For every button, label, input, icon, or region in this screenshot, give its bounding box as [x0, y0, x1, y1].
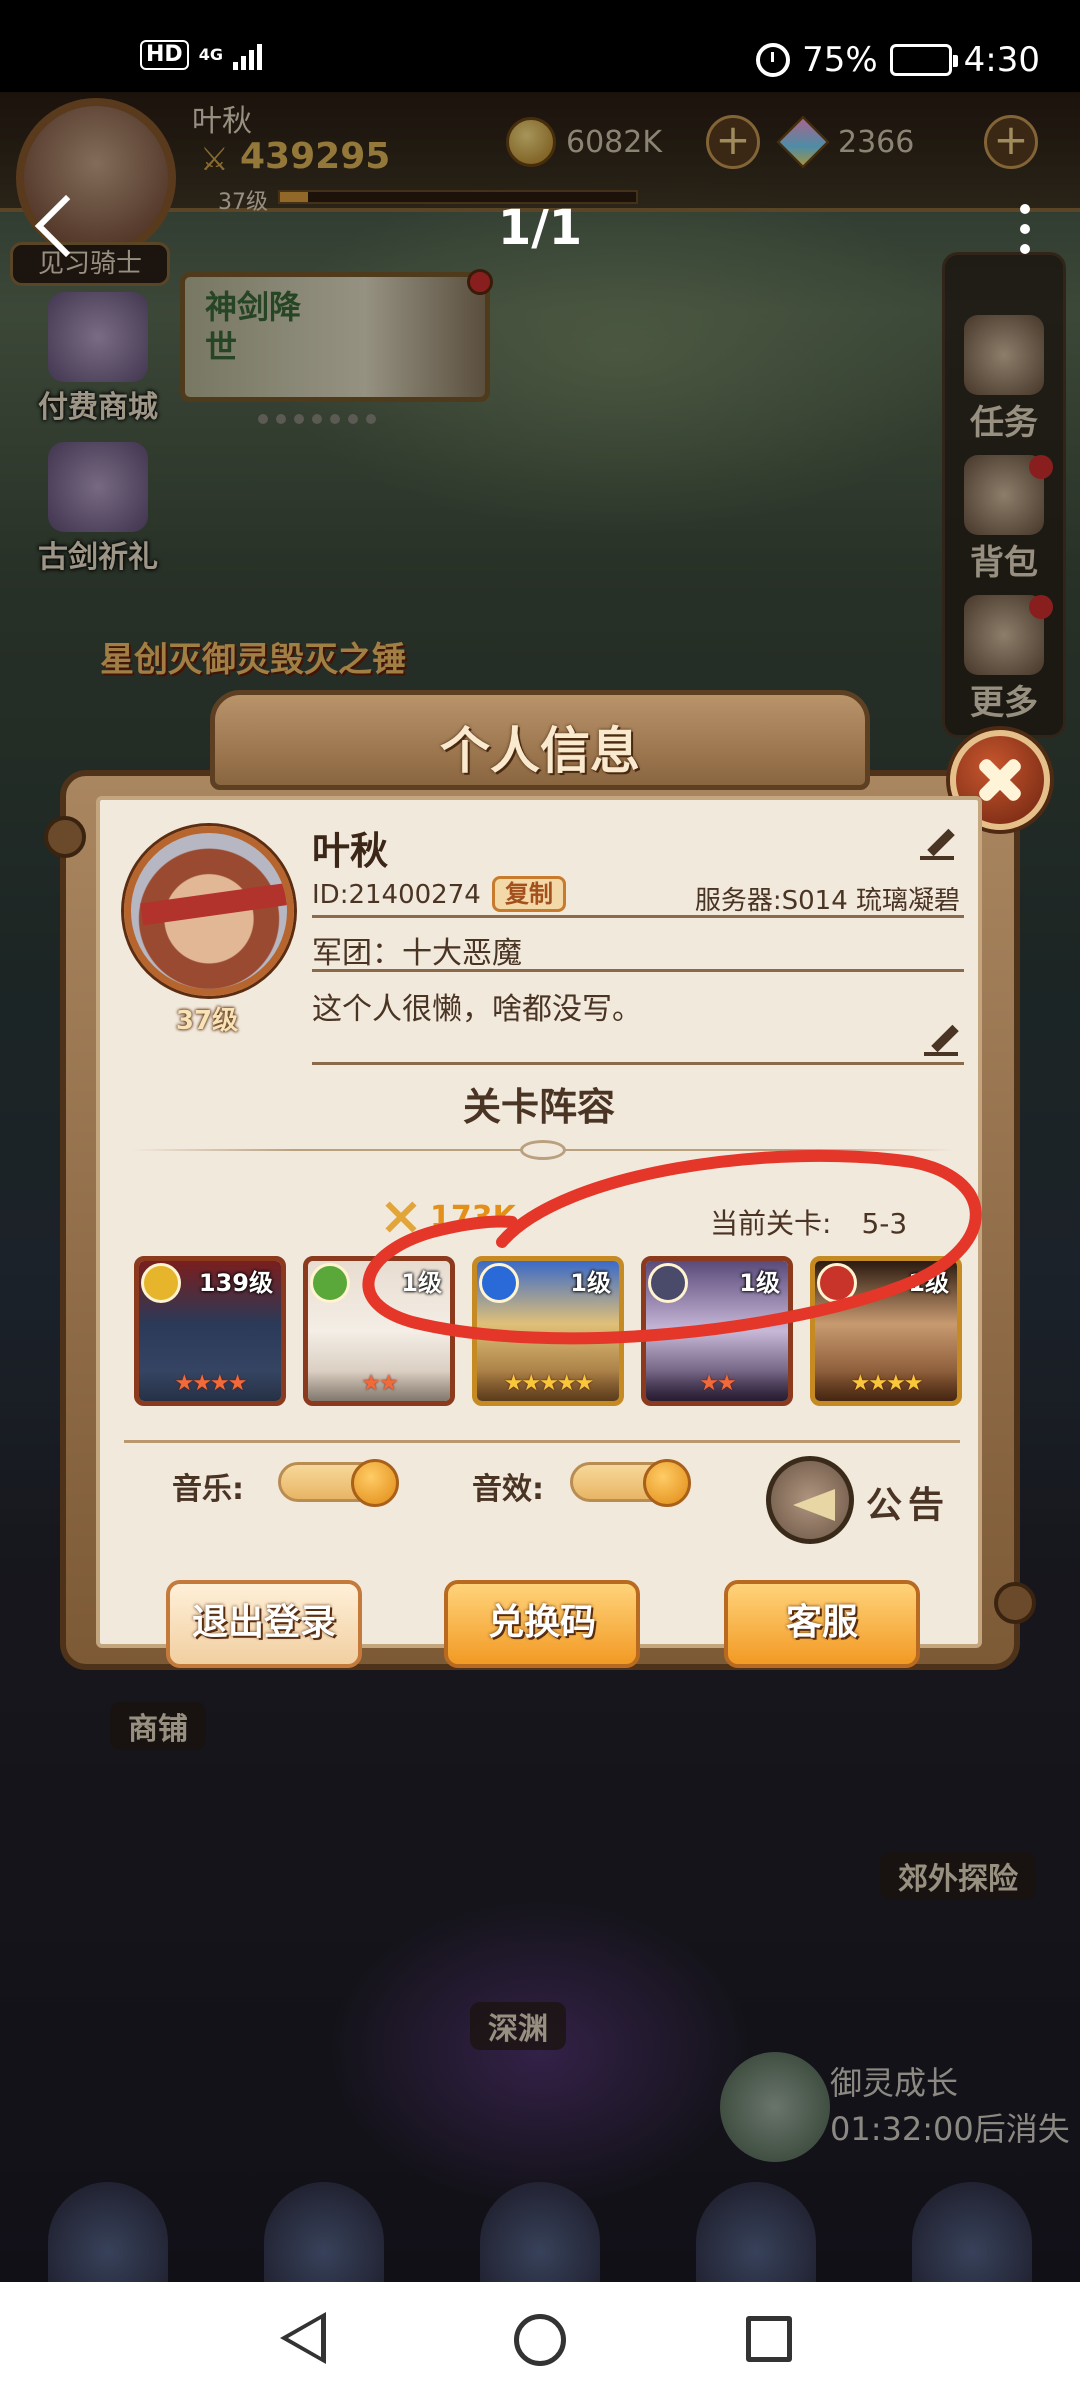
edit-bio-icon[interactable]: [922, 1018, 962, 1058]
status-bar: HD 4G 75% 4:30: [0, 0, 1080, 92]
profile-bio: 这个人很懒，啥都没写。: [312, 992, 642, 1027]
profile-avatar: [124, 826, 294, 996]
clock: 4:30: [963, 40, 1040, 80]
hero-card[interactable]: 1级 ★★: [303, 1256, 455, 1406]
system-nav-bar: [0, 2282, 1080, 2400]
profile-id-row: ID:21400274 复制 服务器:S014 琉璃凝碧: [312, 874, 964, 918]
profile-id: ID:21400274: [312, 880, 481, 910]
profile-name: 叶秋: [312, 829, 389, 873]
music-toggle[interactable]: [278, 1459, 399, 1507]
dialog-title-plate: 个人信息: [210, 690, 870, 790]
hero-stars: ★★★★: [815, 1371, 957, 1401]
profile-dialog: 个人信息 37级 叶秋 ID:21400274 复制 服务器:S014 琉璃凝碧…: [40, 690, 1050, 1680]
hero-level: 1级: [908, 1269, 949, 1297]
redeem-code-button[interactable]: 兑换码: [444, 1580, 640, 1668]
toggle-knob: [643, 1459, 691, 1507]
hero-level: 139级: [198, 1269, 273, 1297]
divider: [312, 1062, 964, 1065]
wind-element-icon: [310, 1263, 350, 1303]
signal-icon: [232, 40, 262, 70]
status-left: HD 4G: [140, 40, 262, 70]
hero-level: 1级: [739, 1269, 780, 1297]
nav-home-icon[interactable]: [514, 2314, 566, 2366]
megaphone-icon[interactable]: [766, 1456, 854, 1544]
stage-label: 当前关卡:: [710, 1207, 832, 1240]
stage-value: 5-3: [861, 1207, 908, 1240]
nav-recents-icon[interactable]: [746, 2316, 792, 2362]
profile-guild: 军团：十大恶魔: [312, 928, 964, 972]
current-stage: 当前关卡: 5-3: [710, 1202, 907, 1242]
edit-name-icon[interactable]: [918, 822, 958, 862]
announce-label[interactable]: 公告: [866, 1476, 950, 1528]
hd-badge: HD: [140, 40, 189, 70]
support-button[interactable]: 客服: [724, 1580, 920, 1668]
battery-percent: 75%: [802, 40, 878, 80]
sfx-label: 音效:: [472, 1472, 544, 1507]
divider: [124, 1440, 960, 1443]
hero-card[interactable]: 1级 ★★★★: [810, 1256, 962, 1406]
hero-level: 1级: [401, 1269, 442, 1297]
hero-stars: ★★: [646, 1371, 788, 1401]
profile-server: 服务器:S014 琉璃凝碧: [694, 886, 960, 916]
toggle-knob: [351, 1459, 399, 1507]
light-element-icon: [141, 1263, 181, 1303]
hero-card[interactable]: 1级 ★★: [641, 1256, 793, 1406]
network-label: 4G: [198, 45, 223, 64]
battery-icon: [889, 44, 958, 76]
power-icon: [382, 1198, 420, 1236]
music-label: 音乐:: [172, 1472, 244, 1507]
profile-level: 37级: [175, 1006, 239, 1036]
more-icon[interactable]: [1020, 204, 1030, 264]
hero-card[interactable]: 1级 ★★★★★: [472, 1256, 624, 1406]
alarm-icon: [756, 43, 791, 77]
dialog-title: 个人信息: [440, 722, 640, 780]
hero-level: 1级: [570, 1269, 611, 1297]
hero-stars: ★★★★: [139, 1371, 281, 1401]
dark-element-icon: [648, 1263, 688, 1303]
nav-back-icon[interactable]: [280, 2312, 326, 2364]
lineup-power: 173K: [430, 1200, 516, 1235]
copy-id-button[interactable]: 复制: [492, 876, 566, 912]
hero-stars: ★★: [308, 1371, 450, 1401]
status-right: 75% 4:30: [756, 40, 1040, 80]
hero-card[interactable]: 139级 ★★★★: [134, 1256, 286, 1406]
hero-stars: ★★★★★: [477, 1371, 619, 1401]
viewer-toolbar: 1/1: [0, 182, 1080, 292]
lineup-title: 关卡阵容: [462, 1085, 615, 1129]
divider-ornament: [130, 1140, 956, 1160]
water-element-icon: [479, 1263, 519, 1303]
fire-element-icon: [817, 1263, 857, 1303]
dialog-body: 37级 叶秋 ID:21400274 复制 服务器:S014 琉璃凝碧 军团：十…: [96, 796, 982, 1668]
sfx-toggle[interactable]: [570, 1459, 691, 1507]
logout-button[interactable]: 退出登录: [166, 1580, 362, 1668]
hero-lineup: 139级 ★★★★ 1级 ★★ 1级 ★★★★★ 1级 ★★ 1级 ★★★★: [134, 1256, 974, 1406]
page-counter: 1/1: [497, 200, 583, 256]
